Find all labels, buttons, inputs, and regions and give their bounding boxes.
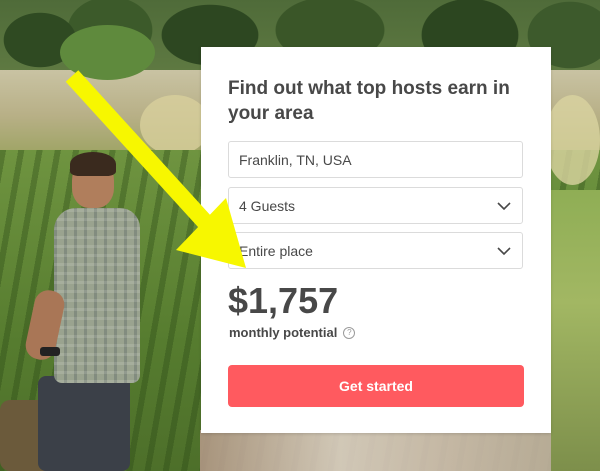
vineyard-right — [551, 190, 600, 471]
guests-select[interactable]: 4 Guests — [228, 187, 523, 224]
place-type-select[interactable]: Entire place — [228, 232, 523, 269]
bush — [545, 95, 600, 185]
place-type-value: Entire place — [239, 242, 313, 259]
earnings-caption: monthly potential ? — [229, 325, 356, 340]
location-field[interactable]: Franklin, TN, USA — [228, 141, 523, 178]
guests-value: 4 Guests — [239, 197, 296, 214]
bush — [140, 95, 210, 155]
location-value: Franklin, TN, USA — [239, 151, 352, 168]
shirt — [54, 208, 140, 383]
chevron-down-icon — [497, 246, 511, 255]
hair — [70, 152, 116, 176]
earnings-amount: $1,757 — [228, 280, 339, 321]
blurred-figures — [200, 430, 551, 471]
earnings-card: Find out what top hosts earn in your are… — [201, 47, 551, 433]
watch — [40, 347, 60, 356]
get-started-button[interactable]: Get started — [228, 365, 524, 407]
walking-person — [0, 150, 170, 471]
chevron-down-icon — [497, 201, 511, 210]
bush — [60, 25, 155, 80]
earnings-caption-text: monthly potential — [229, 325, 338, 340]
card-title: Find out what top hosts earn in your are… — [228, 78, 510, 124]
pants — [38, 376, 130, 471]
question-circle-icon[interactable]: ? — [343, 326, 356, 339]
